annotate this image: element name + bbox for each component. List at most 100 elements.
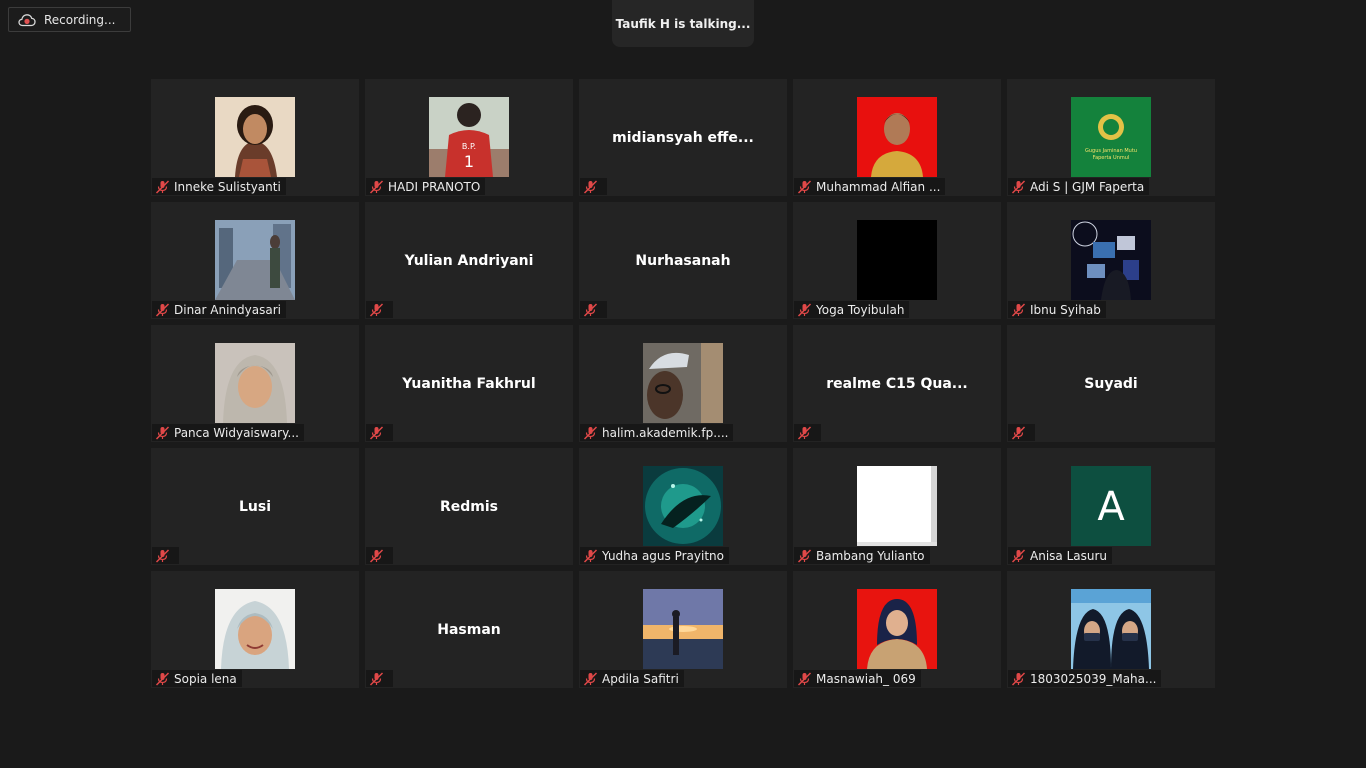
active-speaker-banner: Taufik H is talking... — [612, 0, 754, 47]
participant-name: Masnawiah_ 069 — [816, 671, 916, 686]
mic-muted-icon — [797, 671, 812, 686]
participant-display-name: Nurhasanah — [635, 252, 731, 269]
participant-name: HADI PRANOTO — [388, 179, 481, 194]
recording-indicator[interactable]: Recording... — [8, 7, 131, 32]
participant-name-label: Inneke Sulistyanti — [152, 178, 286, 195]
participant-name-label — [580, 178, 607, 195]
gjm-logo-line2: Faperta Unmul — [1093, 155, 1130, 161]
participant-display-name: midiansyah effe... — [612, 129, 754, 146]
mic-muted-icon — [1011, 302, 1026, 317]
participant-name: Anisa Lasuru — [1030, 548, 1108, 563]
participant-name-label — [580, 301, 607, 318]
participant-name-label: 1803025039_Maha... — [1008, 670, 1162, 687]
participant-tile[interactable]: Bambang Yulianto — [793, 448, 1001, 565]
mic-muted-icon — [583, 671, 598, 686]
mic-muted-icon — [1011, 548, 1026, 563]
participant-tile[interactable]: halim.akademik.fp.... — [579, 325, 787, 442]
participant-name-label — [366, 670, 393, 687]
participant-name-label: Masnawiah_ 069 — [794, 670, 921, 687]
participant-name-label — [1008, 424, 1035, 441]
mic-muted-icon — [155, 548, 170, 563]
participant-name: Bambang Yulianto — [816, 548, 925, 563]
participant-name: Dinar Anindyasari — [174, 302, 281, 317]
participant-avatar — [1071, 220, 1151, 300]
participant-tile[interactable]: Gugus Jaminan Mutu Faperta Unmul Adi S | … — [1007, 79, 1215, 196]
participant-name: Apdila Safitri — [602, 671, 679, 686]
participant-name-label: Adi S | GJM Faperta — [1008, 178, 1150, 195]
mic-muted-icon — [369, 671, 384, 686]
participant-name: halim.akademik.fp.... — [602, 425, 729, 440]
participant-name-label: Yoga Toyibulah — [794, 301, 910, 318]
mic-muted-icon — [797, 425, 812, 440]
participant-tile[interactable]: Dinar Anindyasari — [151, 202, 359, 319]
participant-tile[interactable]: Yuanitha Fakhrul — [365, 325, 573, 442]
participant-tile[interactable]: Panca Widyaiswary... — [151, 325, 359, 442]
mic-muted-icon — [583, 548, 598, 563]
gjm-logo-line1: Gugus Jaminan Mutu — [1085, 148, 1137, 154]
participant-name: Panca Widyaiswary... — [174, 425, 299, 440]
participant-name-label — [794, 424, 821, 441]
participant-name-label: halim.akademik.fp.... — [580, 424, 734, 441]
participant-avatar — [857, 220, 937, 300]
participant-display-name: realme C15 Qua... — [826, 375, 968, 392]
participant-tile[interactable]: Apdila Safitri — [579, 571, 787, 688]
mic-muted-icon — [583, 302, 598, 317]
participant-tile[interactable]: Nurhasanah — [579, 202, 787, 319]
participant-avatar — [215, 343, 295, 423]
mic-muted-icon — [797, 302, 812, 317]
mic-muted-icon — [155, 302, 170, 317]
participant-avatar — [857, 466, 937, 546]
participant-avatar — [215, 97, 295, 177]
participant-name-label — [366, 547, 393, 564]
participant-tile[interactable]: Muhammad Alfian ... — [793, 79, 1001, 196]
active-speaker-text: Taufik H is talking... — [615, 16, 751, 31]
participant-name-label: Anisa Lasuru — [1008, 547, 1113, 564]
participant-tile[interactable]: Lusi — [151, 448, 359, 565]
participant-tile[interactable]: realme C15 Qua... — [793, 325, 1001, 442]
participant-tile[interactable]: Yoga Toyibulah — [793, 202, 1001, 319]
participant-tile[interactable]: Sopia lena — [151, 571, 359, 688]
participant-display-name: Suyadi — [1084, 375, 1138, 392]
participant-avatar — [215, 220, 295, 300]
participant-name-label: Apdila Safitri — [580, 670, 684, 687]
recording-label: Recording... — [44, 12, 116, 27]
participant-name-label: Muhammad Alfian ... — [794, 178, 946, 195]
participant-name: Ibnu Syihab — [1030, 302, 1101, 317]
participant-tile[interactable]: Hasman — [365, 571, 573, 688]
participant-avatar — [857, 97, 937, 177]
participant-avatar — [643, 589, 723, 669]
participant-tile[interactable]: Suyadi — [1007, 325, 1215, 442]
participant-tile[interactable]: Redmis — [365, 448, 573, 565]
participant-tile[interactable]: Yulian Andriyani — [365, 202, 573, 319]
participant-avatar — [643, 466, 723, 546]
participant-display-name: Lusi — [238, 498, 272, 515]
participant-tile[interactable]: midiansyah effe... — [579, 79, 787, 196]
participant-name-label: Dinar Anindyasari — [152, 301, 286, 318]
participant-tile[interactable]: Inneke Sulistyanti — [151, 79, 359, 196]
participant-avatar — [215, 589, 295, 669]
svg-text:1: 1 — [464, 152, 474, 171]
participant-tile[interactable]: Ibnu Syihab — [1007, 202, 1215, 319]
participant-avatar: Gugus Jaminan Mutu Faperta Unmul — [1071, 97, 1151, 177]
mic-muted-icon — [369, 302, 384, 317]
participant-tile[interactable]: B.P. 1 HADI PRANOTO — [365, 79, 573, 196]
participant-name: Muhammad Alfian ... — [816, 179, 941, 194]
mic-muted-icon — [1011, 179, 1026, 194]
participant-tile[interactable]: Masnawiah_ 069 — [793, 571, 1001, 688]
participant-name-label — [366, 301, 393, 318]
mic-muted-icon — [155, 425, 170, 440]
participant-tile[interactable]: 1803025039_Maha... — [1007, 571, 1215, 688]
participant-name-label: Bambang Yulianto — [794, 547, 930, 564]
avatar-initial: A — [1097, 484, 1125, 530]
participant-name: 1803025039_Maha... — [1030, 671, 1157, 686]
cloud-recording-icon — [18, 13, 36, 26]
participant-display-name: Hasman — [437, 621, 501, 638]
participant-name: Yudha agus Prayitno — [602, 548, 724, 563]
mic-muted-icon — [369, 548, 384, 563]
participant-name-label: Sopia lena — [152, 670, 242, 687]
participant-name-label: Ibnu Syihab — [1008, 301, 1106, 318]
participant-tile[interactable]: A Anisa Lasuru — [1007, 448, 1215, 565]
participant-avatar — [643, 343, 723, 423]
participant-name-label: Panca Widyaiswary... — [152, 424, 304, 441]
participant-tile[interactable]: Yudha agus Prayitno — [579, 448, 787, 565]
